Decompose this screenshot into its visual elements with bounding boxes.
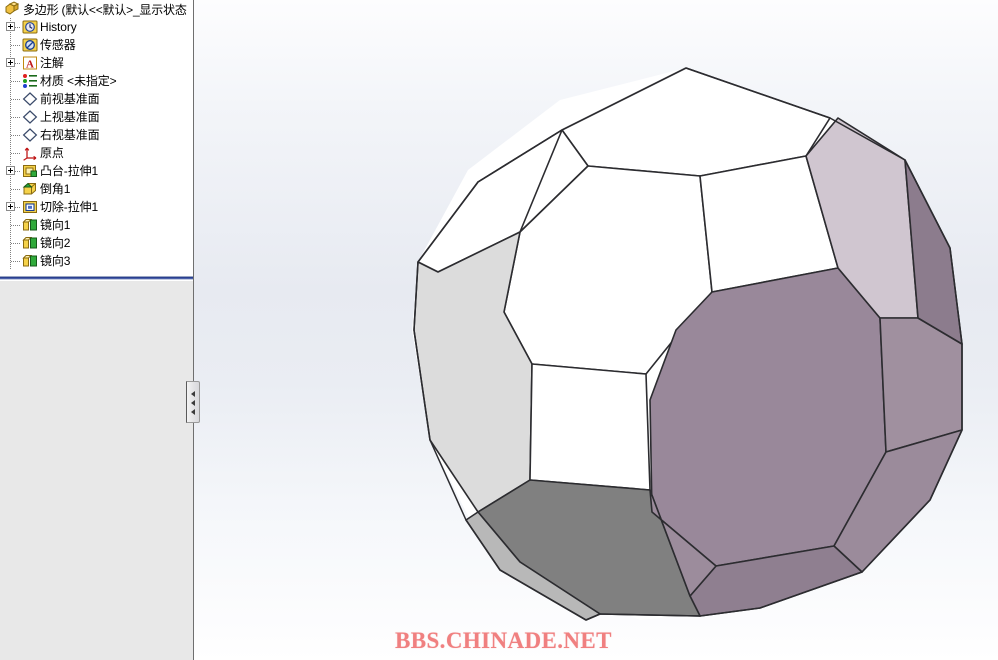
tree-gutter (0, 54, 22, 72)
tree-item-label: 前视基准面 (40, 92, 100, 106)
tree-gutter (0, 234, 22, 252)
tree-connector-line (11, 81, 20, 82)
tree-gutter (0, 18, 22, 36)
tree-gutter (0, 216, 22, 234)
tree-item-label: 镜向2 (40, 236, 71, 250)
tree-item-label: 注解 (40, 56, 64, 70)
tree-item-label: 切除-拉伸1 (40, 200, 99, 214)
tree-item-label: 原点 (40, 146, 64, 160)
chevron-left-icon (191, 391, 195, 397)
expand-toggle-icon[interactable] (6, 202, 15, 211)
tree-gutter (0, 108, 22, 126)
tree-gutter (0, 144, 22, 162)
history-icon (22, 19, 38, 35)
sensor-icon (22, 37, 38, 53)
tree-connector-line (11, 45, 20, 46)
tree-connector-line (11, 99, 20, 100)
tree-item-3[interactable]: A 注解 (0, 54, 193, 72)
watermark-text: BBS.CHINADE.NET (395, 628, 612, 653)
tree-item-label: 倒角1 (40, 182, 71, 196)
plane-icon (22, 109, 38, 125)
face-right-mauve-mid[interactable] (879, 317, 963, 453)
tree-connector-line (11, 153, 20, 154)
mirror-icon (22, 253, 38, 269)
cut-extrude-icon (22, 199, 38, 215)
expand-toggle-icon[interactable] (6, 58, 15, 67)
annotation-icon: A (22, 55, 38, 71)
chevron-left-icon (191, 400, 195, 406)
tree-item-label: 凸台-拉伸1 (40, 164, 99, 178)
tree-gutter (0, 36, 22, 54)
chevron-left-icon (191, 409, 195, 415)
feature-tree-title[interactable]: 多边形 (默认<<默认>_显示状态 (0, 0, 193, 18)
face-lower-center-quad[interactable] (529, 363, 651, 491)
feature-tree-rows: History 传感器 A 注解材质 <未指定> 前视基准面上视基准面右视基准面原点凸台… (0, 18, 193, 270)
part-document-icon (4, 1, 20, 17)
tree-item-label: 传感器 (40, 38, 76, 52)
tree-connector-line (11, 189, 20, 190)
feature-manager-panel[interactable]: 多边形 (默认<<默认>_显示状态 History 传感器 A 注解材质 <未指定> 前… (0, 0, 194, 660)
tree-gutter (0, 126, 22, 144)
tree-item-4[interactable]: 材质 <未指定> (0, 72, 193, 90)
tree-connector-line (11, 135, 20, 136)
panel-splitter[interactable] (186, 381, 200, 423)
plane-icon (22, 91, 38, 107)
tree-item-14[interactable]: 镜向3 (0, 252, 193, 270)
tree-item-6[interactable]: 上视基准面 (0, 108, 193, 126)
tree-connector-line (11, 261, 20, 262)
tree-item-12[interactable]: 镜向1 (0, 216, 193, 234)
mirror-icon (22, 217, 38, 233)
tree-item-1[interactable]: History (0, 18, 193, 36)
feature-tree-title-label: 多边形 (默认<<默认>_显示状态 (23, 2, 187, 17)
tree-item-11[interactable]: 切除-拉伸1 (0, 198, 193, 216)
tree-item-2[interactable]: 传感器 (0, 36, 193, 54)
tree-connector-line (11, 117, 20, 118)
feature-tree-empty-area (0, 281, 193, 660)
tree-gutter (0, 252, 22, 270)
tree-item-label: 上视基准面 (40, 110, 100, 124)
plane-icon (22, 127, 38, 143)
tree-connector-line (11, 225, 20, 226)
tree-gutter (0, 72, 22, 90)
solidworks-window: BBS.CHINADE.NET 多边形 (默认<<默认>_显示状态 Histor… (0, 0, 998, 660)
tree-item-8[interactable]: 原点 (0, 144, 193, 162)
mirror-icon (22, 235, 38, 251)
tree-gutter (0, 162, 22, 180)
tree-gutter (0, 90, 22, 108)
tree-item-label: History (40, 20, 77, 34)
feature-tree[interactable]: 多边形 (默认<<默认>_显示状态 History 传感器 A 注解材质 <未指定> 前… (0, 0, 193, 278)
boss-extrude-icon (22, 163, 38, 179)
tree-item-label: 材质 <未指定> (40, 74, 117, 88)
tree-item-7[interactable]: 右视基准面 (0, 126, 193, 144)
tree-gutter (0, 198, 22, 216)
tree-item-label: 右视基准面 (40, 128, 100, 142)
tree-item-label: 镜向1 (40, 218, 71, 232)
origin-icon (22, 145, 38, 161)
expand-toggle-icon[interactable] (6, 22, 15, 31)
tree-item-9[interactable]: 凸台-拉伸1 (0, 162, 193, 180)
tree-item-10[interactable]: 倒角1 (0, 180, 193, 198)
chamfer-icon (22, 181, 38, 197)
material-icon (22, 73, 38, 89)
tree-connector-line (11, 243, 20, 244)
panel-border (193, 0, 194, 660)
tree-gutter (0, 180, 22, 198)
tree-item-13[interactable]: 镜向2 (0, 234, 193, 252)
svg-text:A: A (26, 58, 34, 70)
tree-item-5[interactable]: 前视基准面 (0, 90, 193, 108)
expand-toggle-icon[interactable] (6, 166, 15, 175)
tree-item-label: 镜向3 (40, 254, 71, 268)
